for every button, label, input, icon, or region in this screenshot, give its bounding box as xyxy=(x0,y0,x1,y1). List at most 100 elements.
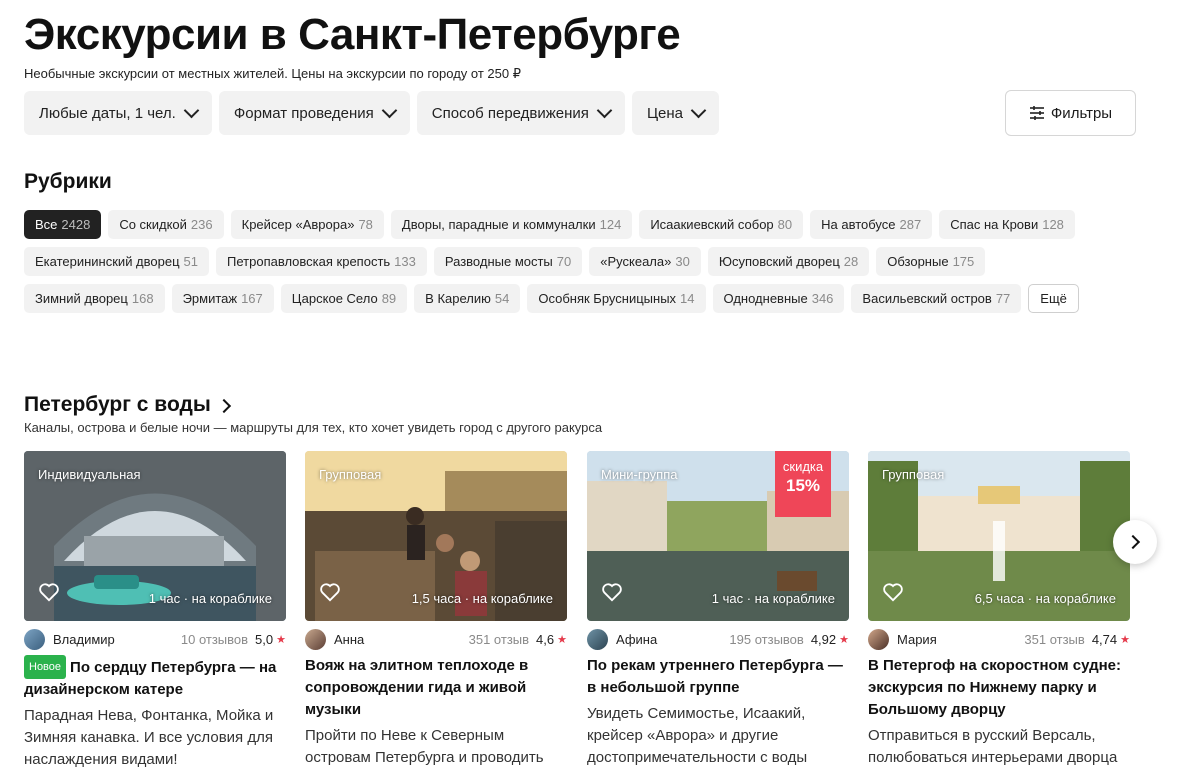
rubric-chip[interactable]: «Рускеала» 30 xyxy=(589,247,701,276)
tour-title[interactable]: По рекам утреннего Петербурга — в неболь… xyxy=(587,655,849,699)
section-title[interactable]: Петербург с воды xyxy=(24,393,231,417)
rubric-label: Юсуповский дворец xyxy=(718,254,840,269)
rubric-label: В Карелию xyxy=(425,291,491,306)
heart-icon[interactable] xyxy=(601,582,623,607)
rubric-count: 287 xyxy=(899,217,922,232)
tour-title[interactable]: Новое По сердцу Петербурга — на дизайнерс… xyxy=(24,655,286,701)
rubric-chip[interactable]: Со скидкой 236 xyxy=(108,210,224,239)
filter-price[interactable]: Цена xyxy=(631,91,720,135)
rubric-chip[interactable]: В Карелию 54 xyxy=(414,284,521,313)
tour-description: Парадная Нева, Фонтанка, Мойка и Зимняя … xyxy=(24,707,274,768)
tour-type: Индивидуальная xyxy=(38,467,141,482)
star-icon: ★ xyxy=(557,633,567,646)
rubric-chip[interactable]: Петропавловская крепость 133 xyxy=(216,247,427,276)
tour-photo[interactable]: Индивидуальная 1 час · на кораблике xyxy=(24,451,286,621)
rubric-chip[interactable]: Обзорные 175 xyxy=(876,247,986,276)
rubric-count: 133 xyxy=(394,254,416,269)
guide-row: Мария 351 отзыв 4,74 ★ xyxy=(868,628,1130,650)
rubric-chip[interactable]: Исаакиевский собор 80 xyxy=(639,210,804,239)
filters-button[interactable]: Фильтры xyxy=(1005,90,1136,136)
rubric-count: 28 xyxy=(843,254,859,269)
rubric-count: 14 xyxy=(680,291,695,306)
tour-card[interactable]: Индивидуальная 1 час · на кораблике Влад… xyxy=(24,451,286,771)
tour-photo[interactable]: Групповая 1,5 часа · на кораблике xyxy=(305,451,567,621)
rubrics-title: Рубрики xyxy=(24,170,112,193)
rubric-count: 346 xyxy=(811,291,834,306)
tour-card[interactable]: Групповая 1,5 часа · на кораблике Анна 3… xyxy=(305,451,567,769)
rubric-count: 124 xyxy=(599,217,622,232)
rubric-label: Обзорные xyxy=(887,254,949,269)
chevron-down-icon xyxy=(690,102,707,119)
rubric-label: Разводные мосты xyxy=(444,254,553,269)
rubric-chip[interactable]: Спас на Крови 128 xyxy=(939,210,1075,239)
rubric-label: Екатерининский дворец xyxy=(35,254,180,269)
heart-icon[interactable] xyxy=(882,582,904,607)
rubrics-list: Все 2428 Со скидкой 236 Крейсер «Аврора» 78… xyxy=(24,210,1084,313)
tour-card[interactable]: Групповая 6,5 часа · на кораблике Мария … xyxy=(868,451,1130,769)
tour-photo[interactable]: Групповая 6,5 часа · на кораблике xyxy=(868,451,1130,621)
rubric-count: 30 xyxy=(675,254,690,269)
tour-type: Групповая xyxy=(319,467,382,482)
carousel-next-button[interactable] xyxy=(1113,520,1157,564)
rubric-count: 175 xyxy=(952,254,975,269)
rating-value: 4,92 xyxy=(810,631,837,647)
tour-card[interactable]: Мини-группа скидка 15% 1 час · на корабл… xyxy=(587,451,849,769)
rubric-label: Спас на Крови xyxy=(950,217,1039,232)
rubric-chip[interactable]: Царское Село 89 xyxy=(280,284,408,313)
chevron-down-icon xyxy=(183,102,200,119)
filter-format[interactable]: Формат проведения xyxy=(218,91,410,135)
rubric-chip[interactable]: Дворы, парадные и коммуналки 124 xyxy=(390,210,633,239)
tour-title[interactable]: В Петергоф на скоростном судне: экскурси… xyxy=(868,655,1130,721)
rubric-chip[interactable]: Юсуповский дворец 28 xyxy=(707,247,870,276)
rubric-count: 2428 xyxy=(61,217,91,232)
tour-photo[interactable]: Мини-группа скидка 15% 1 час · на корабл… xyxy=(587,451,849,621)
rubric-label: Дворы, парадные и коммуналки xyxy=(401,217,596,232)
rubric-count: 128 xyxy=(1042,217,1064,232)
rubric-chip[interactable]: Эрмитаж 167 xyxy=(171,284,274,313)
guide-row: Афина 195 отзывов 4,92 ★ xyxy=(587,628,849,650)
heart-icon[interactable] xyxy=(319,582,341,607)
guide-name[interactable]: Владимир xyxy=(53,632,115,647)
reviews-count[interactable]: 195 отзывов xyxy=(729,632,803,647)
discount-label: скидка xyxy=(782,459,824,474)
guide-name[interactable]: Анна xyxy=(334,632,364,647)
filter-bar: Любые даты, 1 чел. Формат проведения Спо… xyxy=(24,91,720,135)
rubric-chip[interactable]: Зимний дворец 168 xyxy=(24,284,165,313)
discount-badge: скидка 15% xyxy=(775,451,831,517)
filter-label: Любые даты, 1 чел. xyxy=(39,104,176,122)
more-rubrics-button[interactable]: Ещё xyxy=(1028,284,1079,313)
rubric-label: Васильевский остров xyxy=(862,291,992,306)
reviews-count[interactable]: 351 отзыв xyxy=(469,632,529,647)
avatar xyxy=(587,628,608,650)
rubric-chip[interactable]: Крейсер «Аврора» 78 xyxy=(230,210,384,239)
filter-dates[interactable]: Любые даты, 1 чел. xyxy=(24,91,212,135)
tour-type: Групповая xyxy=(882,467,945,482)
rubric-count: 167 xyxy=(241,291,263,306)
rubric-chip[interactable]: Разводные мосты 70 xyxy=(433,247,583,276)
heart-icon[interactable] xyxy=(38,582,60,607)
reviews-count[interactable]: 10 отзывов xyxy=(181,632,248,647)
rubric-chip[interactable]: Все 2428 xyxy=(24,210,102,239)
chevron-down-icon xyxy=(596,102,613,119)
chevron-right-icon xyxy=(1125,534,1141,550)
filter-transport[interactable]: Способ передвижения xyxy=(416,91,625,135)
discount-value: 15% xyxy=(785,476,821,495)
rubric-label: Особняк Брусницыных xyxy=(538,291,677,306)
rubric-chip[interactable]: Васильевский остров 77 xyxy=(851,284,1022,313)
chevron-right-icon xyxy=(216,398,231,414)
tour-description: Пройти по Неве к Северным островам Петер… xyxy=(305,727,544,766)
guide-name[interactable]: Мария xyxy=(897,632,937,647)
tour-duration: 1,5 часа · на кораблике xyxy=(411,591,553,606)
rubric-chip[interactable]: Особняк Брусницыных 14 xyxy=(527,284,706,313)
section-subtitle: Каналы, острова и белые ночи — маршруты … xyxy=(24,420,603,435)
tour-title[interactable]: Вояж на элитном теплоходе в сопровождени… xyxy=(305,655,567,721)
star-icon: ★ xyxy=(276,633,286,646)
rubric-count: 80 xyxy=(777,217,793,232)
rubric-chip[interactable]: На автобусе 287 xyxy=(810,210,933,239)
rubric-chip[interactable]: Екатерининский дворец 51 xyxy=(24,247,210,276)
reviews-count[interactable]: 351 отзыв xyxy=(1024,632,1084,647)
rubric-label: Петропавловская крепость xyxy=(227,254,391,269)
rubric-label: Однодневные xyxy=(723,291,808,306)
rubric-chip[interactable]: Однодневные 346 xyxy=(712,284,845,313)
guide-name[interactable]: Афина xyxy=(616,632,657,647)
